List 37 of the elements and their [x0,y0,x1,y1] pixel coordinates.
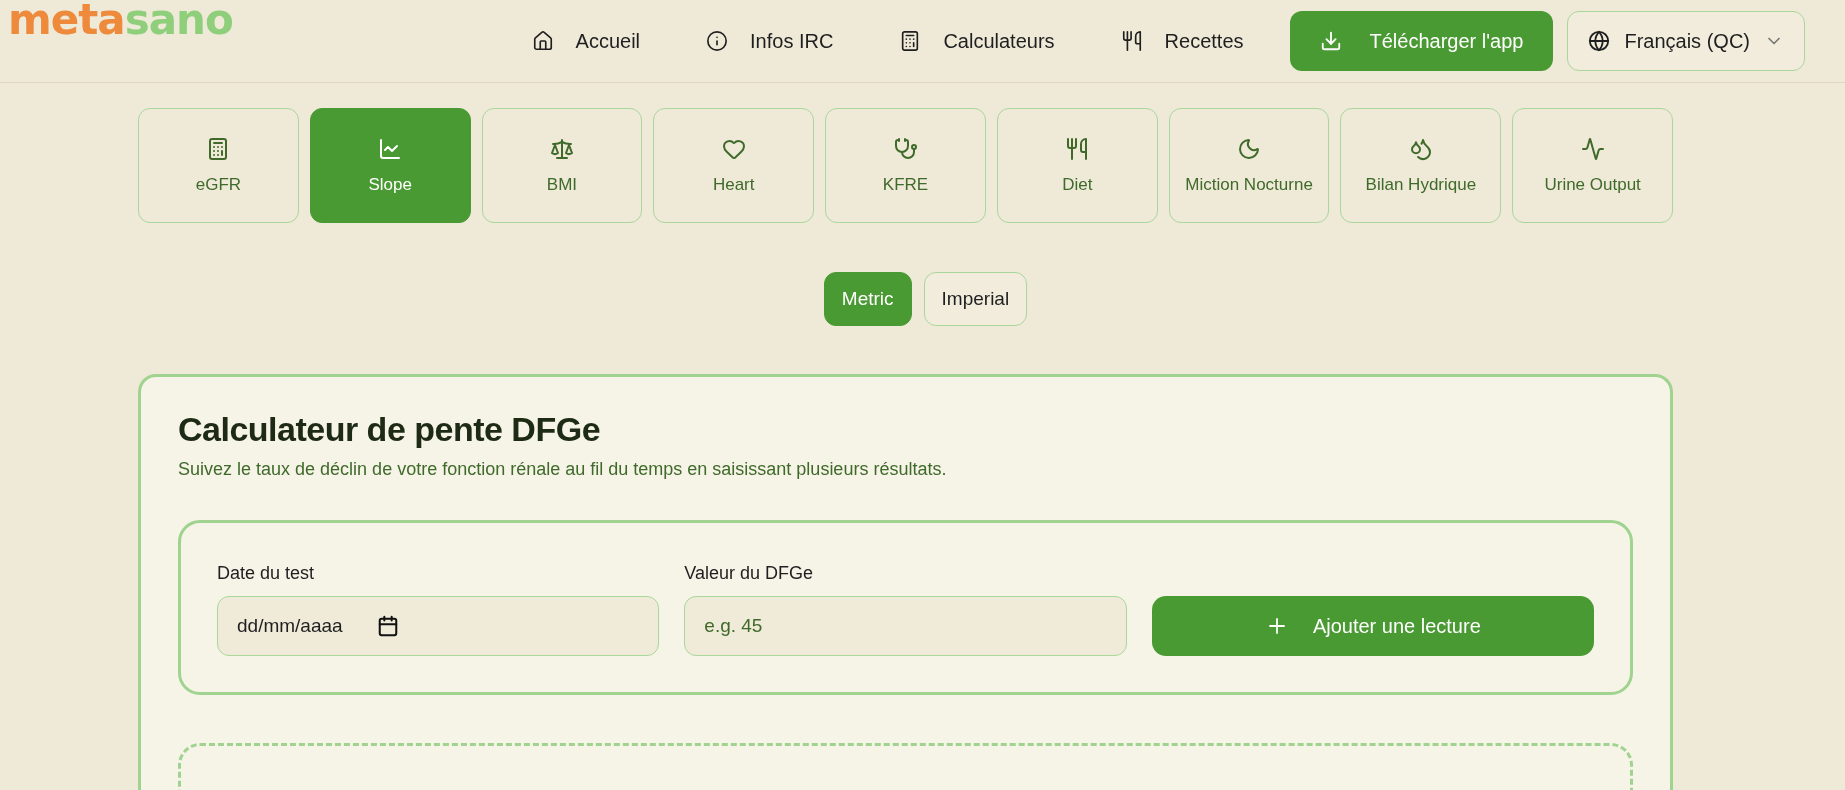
house-icon [531,30,554,52]
unit-toggle[interactable]: Metric [823,272,912,326]
date-field[interactable]: dd/mm/aaaa [217,596,660,656]
calculator-tab[interactable]: Miction Nocturne [1168,108,1330,223]
droplets-icon [1408,136,1433,161]
line-chart-icon [378,136,403,161]
scale-icon [549,136,574,161]
utensils-icon [1120,30,1143,52]
calculator-tab[interactable]: Slope [309,108,471,223]
stethoscope-icon [893,136,918,161]
field-label: Valeur du DFGe [684,563,815,584]
nav-link[interactable]: Calculateurs [871,29,1083,53]
language-selector[interactable]: Français (QC) [1567,11,1805,71]
nav-link[interactable]: Recettes [1092,29,1272,53]
card-subtitle: Suivez le taux de déclin de votre fonction rénale au fil du temps en saisissant plusieurs résultats. [178,459,948,480]
calculator-tab[interactable]: Diet [996,108,1158,223]
calendar-icon[interactable] [377,615,399,637]
calculator-tab[interactable]: KFRE [825,108,986,223]
utensils-icon [1065,136,1090,161]
calculator-tab[interactable]: Bilan Hydrique [1340,108,1502,223]
field-label: Date du test [217,563,316,584]
calculator-tab[interactable]: eGFR [138,108,299,223]
info-icon [706,30,729,52]
calculator-tab[interactable]: BMI [481,108,643,223]
globe-icon [1588,30,1611,52]
pulse-icon [1580,136,1605,161]
download-icon [1319,30,1342,52]
calculator-tab[interactable]: Heart [653,108,815,223]
input-field[interactable]: e.g. 45 [684,596,1127,656]
nav-link[interactable]: Infos IRC [678,29,862,53]
calculator-tab[interactable]: Urine Output [1512,108,1674,223]
download-app-button[interactable]: Télécharger l'app [1289,11,1554,71]
card-title: Calculateur de pente DFGe [178,410,602,449]
unit-toggle[interactable]: Imperial [923,272,1028,326]
add-reading-button[interactable]: Ajouter une lecture [1151,596,1594,656]
nav-link[interactable]: Accueil [503,29,669,53]
moon-icon [1237,136,1262,161]
